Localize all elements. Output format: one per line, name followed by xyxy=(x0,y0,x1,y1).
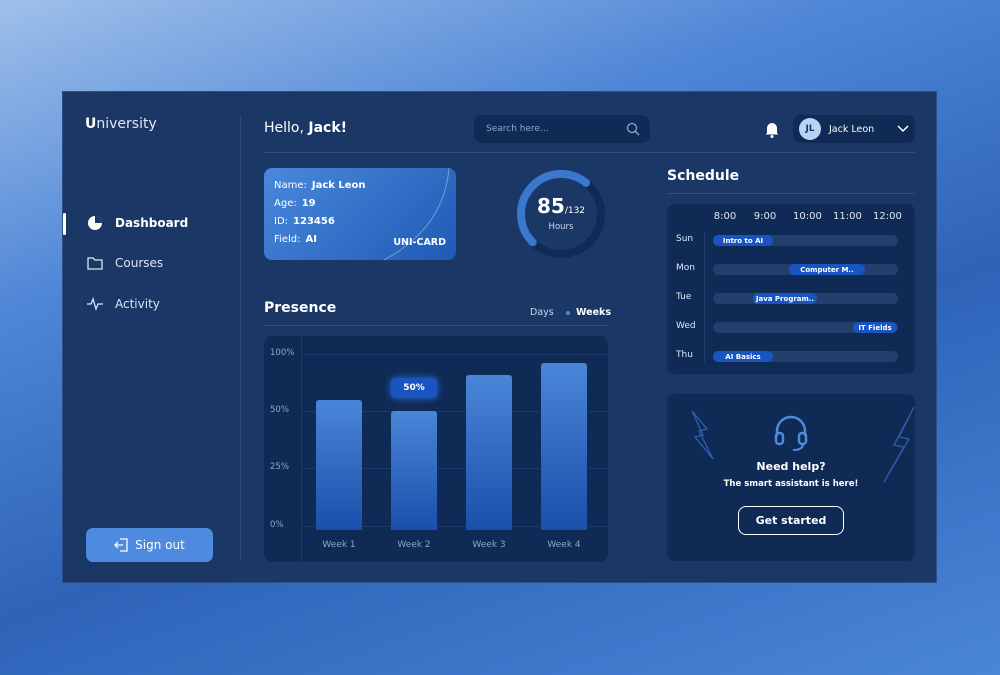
search-icon[interactable] xyxy=(626,122,640,136)
x-tick-label: Week 3 xyxy=(472,540,506,550)
hours-gauge: 85/132 Hours xyxy=(513,166,609,262)
day-label: Wed xyxy=(676,321,696,331)
bar[interactable] xyxy=(391,411,437,530)
pie-chart-icon xyxy=(88,216,102,230)
user-menu[interactable]: JL Jack Leon xyxy=(793,115,915,143)
day-label: Tue xyxy=(676,292,692,302)
sign-out-icon xyxy=(114,538,128,552)
y-tick-label: 100% xyxy=(270,348,295,358)
y-tick-label: 25% xyxy=(270,462,289,472)
schedule-divider xyxy=(667,193,915,194)
sidebar-divider xyxy=(240,116,241,560)
toggle-weeks[interactable]: Weeks xyxy=(566,307,611,318)
y-axis xyxy=(301,336,302,562)
presence-title: Presence xyxy=(264,300,337,316)
y-tick-label: 50% xyxy=(270,405,289,415)
headset-icon xyxy=(774,415,808,451)
dashboard-panel: University Dashboard Courses Activity Si… xyxy=(62,91,937,583)
time-label: 12:00 xyxy=(873,211,902,222)
search-input[interactable]: Search here... xyxy=(474,115,650,143)
greeting: Hello, Jack! xyxy=(264,120,348,136)
toggle-days[interactable]: Days xyxy=(530,307,554,318)
avatar: JL xyxy=(799,118,821,140)
schedule-event[interactable]: Intro to AI xyxy=(713,235,773,246)
bar[interactable] xyxy=(541,363,587,530)
sidebar-item-courses[interactable]: Courses xyxy=(87,256,163,270)
schedule-event[interactable]: AI Basics xyxy=(713,351,773,362)
header-divider xyxy=(264,152,915,153)
x-tick-label: Week 1 xyxy=(322,540,356,550)
schedule-event[interactable]: IT Fields xyxy=(853,322,897,333)
x-tick-label: Week 2 xyxy=(397,540,431,550)
time-label: 8:00 xyxy=(713,211,737,222)
folder-icon xyxy=(87,257,103,270)
student-card: Name: Jack Leon Age: 19 ID: 123456 Field: AI… xyxy=(264,168,456,260)
sidebar-item-dashboard[interactable]: Dashboard xyxy=(87,215,188,231)
bar[interactable] xyxy=(316,399,362,530)
presence-divider xyxy=(264,325,608,326)
schedule-event[interactable]: Java Program.. xyxy=(753,293,817,304)
day-label: Thu xyxy=(676,350,693,360)
day-label: Mon xyxy=(676,263,695,273)
bar[interactable] xyxy=(466,374,512,530)
bell-icon[interactable] xyxy=(764,121,780,138)
time-label: 9:00 xyxy=(753,211,777,222)
y-tick-label: 0% xyxy=(270,520,284,530)
lightning-icon xyxy=(883,406,915,483)
bar-tooltip: 50% xyxy=(391,378,437,398)
time-label: 10:00 xyxy=(793,211,822,222)
presence-chart: 100% 50% 25% 0% Week 1 Week 2 50% Week 3 Week 4 xyxy=(264,336,608,562)
schedule-event[interactable]: Computer M.. xyxy=(789,264,865,275)
schedule-title: Schedule xyxy=(667,168,740,184)
day-label: Sun xyxy=(676,234,694,244)
gridline xyxy=(302,354,608,355)
x-tick-label: Week 4 xyxy=(547,540,581,550)
time-label: 11:00 xyxy=(833,211,862,222)
activity-icon xyxy=(87,297,103,311)
schedule-table: 8:00 9:00 10:00 11:00 12:00 Sun Intro to AI Mon… xyxy=(667,204,915,374)
logo: University xyxy=(85,116,157,132)
chevron-down-icon[interactable] xyxy=(897,125,909,133)
sidebar-item-activity[interactable]: Activity xyxy=(87,297,160,311)
active-indicator xyxy=(63,213,66,235)
get-started-button[interactable]: Get started xyxy=(738,506,844,535)
help-card: Need help? The smart assistant is here! … xyxy=(667,394,915,561)
lightning-icon xyxy=(691,410,714,460)
sign-out-button[interactable]: Sign out xyxy=(86,528,213,562)
